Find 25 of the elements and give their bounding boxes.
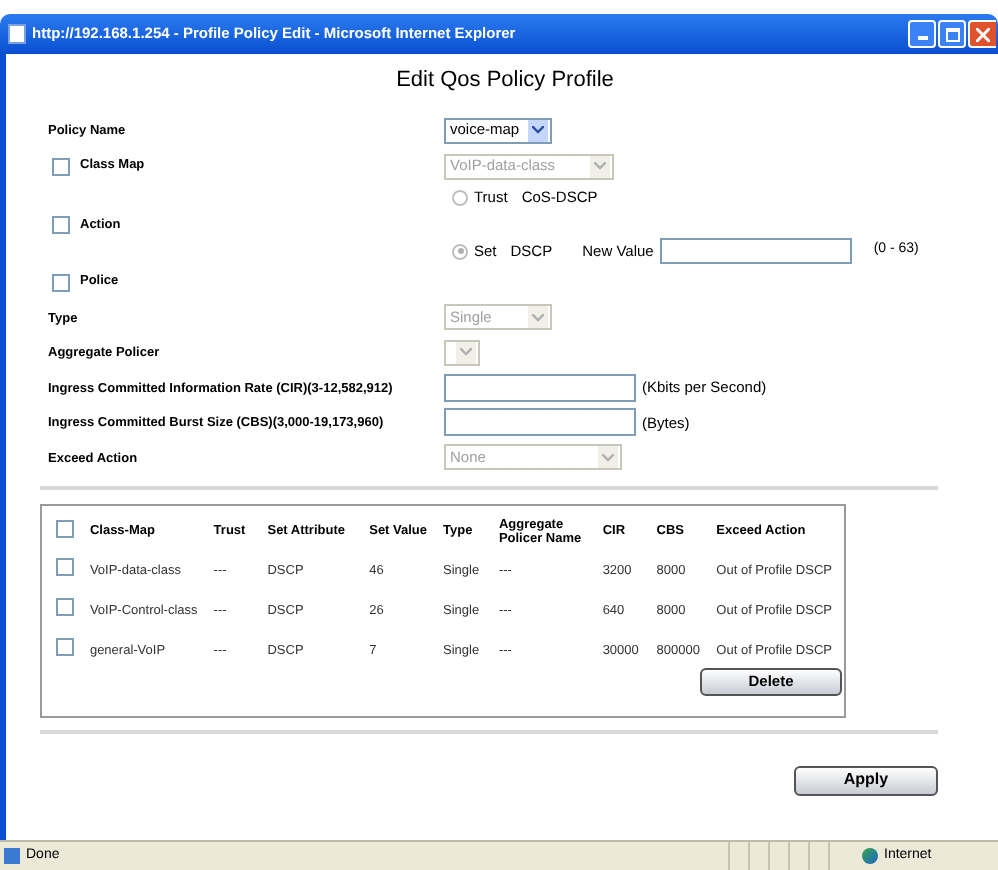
page-icon <box>4 848 20 864</box>
caret-icon <box>528 119 548 141</box>
checkbox[interactable] <box>52 216 70 234</box>
caret-icon <box>456 341 476 364</box>
page-icon <box>8 24 26 44</box>
close-icon <box>976 27 990 41</box>
radio-button[interactable] <box>452 243 468 259</box>
checkbox[interactable] <box>56 598 74 617</box>
checkbox[interactable] <box>56 558 74 577</box>
radio-button[interactable] <box>452 190 468 206</box>
checkbox[interactable] <box>56 520 74 539</box>
page-heading: Edit Qos Policy Profile <box>394 66 616 96</box>
caret-icon <box>590 155 610 177</box>
globe-icon <box>862 848 878 864</box>
text-input[interactable] <box>444 408 636 437</box>
caret-icon <box>528 306 548 329</box>
minimize-button[interactable] <box>908 20 936 48</box>
checkbox[interactable] <box>56 638 74 657</box>
text-input[interactable] <box>444 373 636 402</box>
close-button[interactable] <box>968 20 996 48</box>
maximize-button[interactable] <box>938 20 966 48</box>
checkbox[interactable] <box>52 273 70 291</box>
new-value-input[interactable] <box>659 238 852 264</box>
caret-icon <box>598 446 618 469</box>
apply-button[interactable]: Apply <box>794 765 938 795</box>
